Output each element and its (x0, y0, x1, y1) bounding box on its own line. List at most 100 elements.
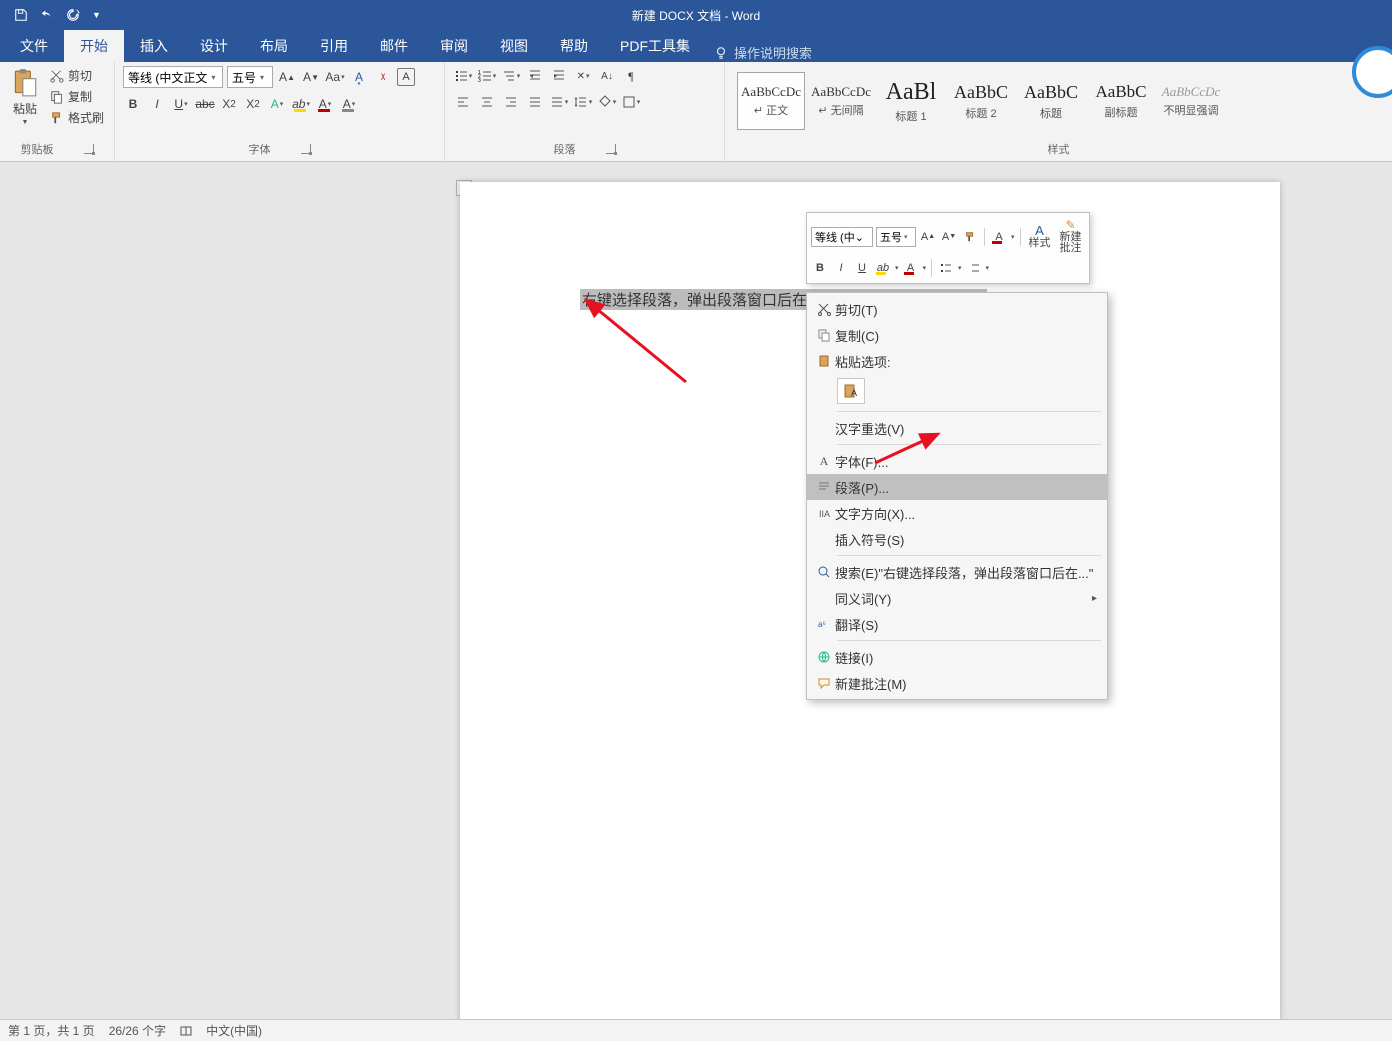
paste-icon (12, 68, 38, 98)
tab-review[interactable]: 审阅 (424, 30, 484, 62)
mini-new-comment-button[interactable]: ✎新建 批注 (1057, 219, 1085, 255)
ctx-new-comment[interactable]: 新建批注(M) (807, 670, 1107, 696)
status-proofing[interactable] (180, 1025, 192, 1037)
style-card-1[interactable]: AaBbCcDc↵ 无间隔 (807, 72, 875, 130)
mini-font-color[interactable]: A (990, 228, 1008, 246)
phonetic-guide-button[interactable]: A͓ (349, 67, 369, 87)
status-page[interactable]: 第 1 页，共 1 页 (8, 1022, 95, 1039)
mini-grow-font[interactable]: A▲ (919, 228, 937, 246)
redo-icon[interactable] (66, 8, 80, 22)
superscript-button[interactable]: X2 (243, 94, 263, 114)
style-card-4[interactable]: AaBbC标题 (1017, 72, 1085, 130)
text-direction-icon: IIA (817, 506, 831, 520)
tab-file[interactable]: 文件 (4, 30, 64, 62)
mini-font-color2[interactable]: A (902, 259, 920, 277)
mini-format-painter[interactable] (961, 228, 979, 246)
mini-numbering[interactable] (965, 259, 983, 277)
save-icon[interactable] (14, 8, 28, 22)
distributed-button[interactable] (549, 92, 569, 112)
format-painter-button[interactable]: 格式刷 (48, 108, 106, 127)
mini-shrink-font[interactable]: A▼ (940, 228, 958, 246)
ctx-link[interactable]: 链接(I) (807, 644, 1107, 670)
decrease-indent-button[interactable] (525, 66, 545, 86)
cut-button[interactable]: 剪切 (48, 66, 106, 85)
tab-references[interactable]: 引用 (304, 30, 364, 62)
style-card-2[interactable]: AaBl标题 1 (877, 72, 945, 130)
justify-button[interactable] (525, 92, 545, 112)
italic-button[interactable]: I (147, 94, 167, 114)
strike-button[interactable]: abc (195, 94, 215, 114)
copy-button[interactable]: 复制 (48, 87, 106, 106)
font-color-button[interactable]: A (315, 94, 335, 114)
ctx-ime-reconvert[interactable]: 汉字重选(V) (807, 415, 1107, 441)
align-left-button[interactable] (453, 92, 473, 112)
show-marks-button[interactable]: ¶ (621, 66, 641, 86)
mini-highlight[interactable]: ab (874, 259, 892, 277)
style-card-5[interactable]: AaBbC副标题 (1087, 72, 1155, 130)
font-dialog-launcher[interactable] (301, 144, 311, 154)
paste-keep-text-button[interactable]: A (837, 378, 865, 404)
mini-bold[interactable]: B (811, 259, 829, 277)
multilevel-button[interactable] (501, 66, 521, 86)
mini-size-combo[interactable]: 五号▾ (876, 227, 916, 247)
numbering-button[interactable]: 123 (477, 66, 497, 86)
style-card-3[interactable]: AaBbC标题 2 (947, 72, 1015, 130)
undo-icon[interactable] (40, 8, 54, 22)
align-center-button[interactable] (477, 92, 497, 112)
mini-font-combo[interactable]: 等线 (中⌄ (811, 227, 873, 247)
sort-button[interactable]: A↓ (597, 66, 617, 86)
status-language[interactable]: 中文(中国) (206, 1022, 262, 1039)
mini-bullets[interactable] (937, 259, 955, 277)
style-card-0[interactable]: AaBbCcDc↵ 正文 (737, 72, 805, 130)
subscript-button[interactable]: X2 (219, 94, 239, 114)
grow-font-button[interactable]: A▲ (277, 67, 297, 87)
highlight-button[interactable]: ab (291, 94, 311, 114)
tab-help[interactable]: 帮助 (544, 30, 604, 62)
enclose-char-button[interactable]: A (397, 68, 415, 86)
underline-button[interactable]: U (171, 94, 191, 114)
font-name-combo[interactable]: 等线 (中文正文▾ (123, 66, 223, 88)
increase-indent-button[interactable] (549, 66, 569, 86)
shading-button[interactable] (597, 92, 617, 112)
bold-button[interactable]: B (123, 94, 143, 114)
tab-mailings[interactable]: 邮件 (364, 30, 424, 62)
tab-view[interactable]: 视图 (484, 30, 544, 62)
font-size-combo[interactable]: 五号▾ (227, 66, 273, 88)
mini-italic[interactable]: I (832, 259, 850, 277)
style-card-6[interactable]: AaBbCcDc不明显强调 (1157, 72, 1225, 130)
change-case-button[interactable]: Aa (325, 67, 345, 87)
clipboard-dialog-launcher[interactable] (84, 144, 94, 154)
borders-button[interactable] (621, 92, 641, 112)
ctx-translate[interactable]: a⁵翻译(S) (807, 611, 1107, 637)
mini-styles-button[interactable]: A样式 (1026, 224, 1054, 249)
ctx-copy[interactable]: 复制(C) (807, 322, 1107, 348)
paragraph-dialog-launcher[interactable] (606, 144, 616, 154)
align-right-button[interactable] (501, 92, 521, 112)
tab-pdf-tools[interactable]: PDF工具集 (604, 30, 706, 62)
text-effects-button[interactable]: A (267, 94, 287, 114)
tab-insert[interactable]: 插入 (124, 30, 184, 62)
ctx-text-direction[interactable]: IIA文字方向(X)... (807, 500, 1107, 526)
shrink-font-button[interactable]: A▼ (301, 67, 321, 87)
status-word-count[interactable]: 26/26 个字 (109, 1022, 166, 1039)
char-shading-button[interactable]: A (339, 94, 359, 114)
ctx-search[interactable]: 搜索(E)"右键选择段落，弹出段落窗口后在..." (807, 559, 1107, 585)
tab-layout[interactable]: 布局 (244, 30, 304, 62)
qat-more-icon[interactable]: ▼ (92, 10, 101, 20)
ctx-insert-symbol[interactable]: 插入符号(S) (807, 526, 1107, 552)
ctx-cut[interactable]: 剪切(T) (807, 296, 1107, 322)
paste-button[interactable]: 粘贴 ▼ (8, 66, 42, 128)
title-bar: ▼ 新建 DOCX 文档 - Word (0, 0, 1392, 30)
tab-home[interactable]: 开始 (64, 30, 124, 62)
tab-design[interactable]: 设计 (184, 30, 244, 62)
ctx-font[interactable]: A字体(F)... (807, 448, 1107, 474)
ctx-paragraph[interactable]: 段落(P)... (807, 474, 1107, 500)
book-icon (180, 1025, 192, 1037)
asian-layout-button[interactable]: ✕ (573, 66, 593, 86)
tell-me-search[interactable]: 操作说明搜索 (714, 43, 812, 62)
ctx-synonyms[interactable]: 同义词(Y)▸ (807, 585, 1107, 611)
clear-format-button[interactable]: ᵡ (373, 67, 393, 87)
line-spacing-button[interactable] (573, 92, 593, 112)
bullets-button[interactable] (453, 66, 473, 86)
mini-underline[interactable]: U (853, 259, 871, 277)
